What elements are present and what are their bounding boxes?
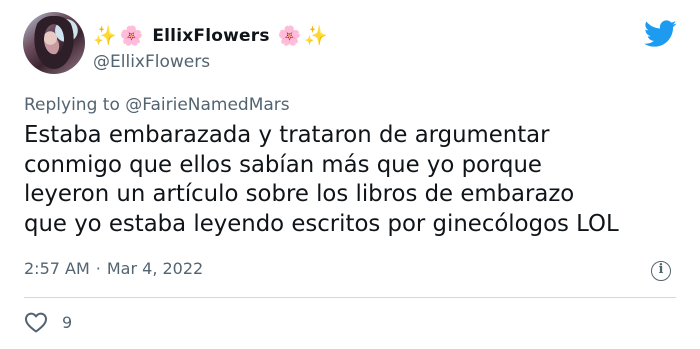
user-handle[interactable]: @EllixFlowers <box>93 52 210 72</box>
display-name[interactable]: EllixFlowers <box>152 26 269 46</box>
tweet-text-line: conmigo que ellos sabían más que yo porq… <box>24 151 542 178</box>
heart-icon[interactable] <box>24 311 48 333</box>
timestamp-separator: · <box>95 259 101 278</box>
blossom-emoji: 🌸 <box>119 24 144 47</box>
name-row[interactable]: ✨ 🌸 EllixFlowers 🌸 ✨ <box>93 22 331 50</box>
sparkles-emoji: ✨ <box>304 24 329 47</box>
tweet-time[interactable]: 2:57 AM <box>24 259 90 278</box>
avatar[interactable] <box>23 12 85 74</box>
info-icon[interactable]: i <box>651 261 671 281</box>
tweet-text: Estaba embarazada y trataron de argument… <box>24 121 684 239</box>
tweet-card: ✨ 🌸 EllixFlowers 🌸 ✨ @EllixFlowers Reply… <box>0 0 700 349</box>
tweet-text-line: que yo estaba leyendo escritos por ginec… <box>24 210 619 237</box>
divider <box>24 297 676 298</box>
reply-mention-link[interactable]: @FairieNamedMars <box>125 95 289 115</box>
tweet-text-line: Estaba embarazada y trataron de argument… <box>24 122 550 148</box>
blossom-emoji: 🌸 <box>277 24 302 47</box>
sparkles-emoji: ✨ <box>93 24 117 47</box>
twitter-bird-icon[interactable] <box>644 20 677 48</box>
tweet-timestamp[interactable]: 2:57 AM · Mar 4, 2022 <box>24 259 203 278</box>
tweet-date[interactable]: Mar 4, 2022 <box>107 259 203 278</box>
like-action[interactable]: 9 <box>24 311 72 333</box>
replying-to: Replying to @FairieNamedMars <box>24 95 290 115</box>
replying-prefix: Replying to <box>24 95 120 115</box>
avatar-hair-shape <box>31 16 77 74</box>
tweet-text-line: leyeron un artículo sobre los libros de … <box>24 181 575 207</box>
like-count: 9 <box>62 312 73 332</box>
